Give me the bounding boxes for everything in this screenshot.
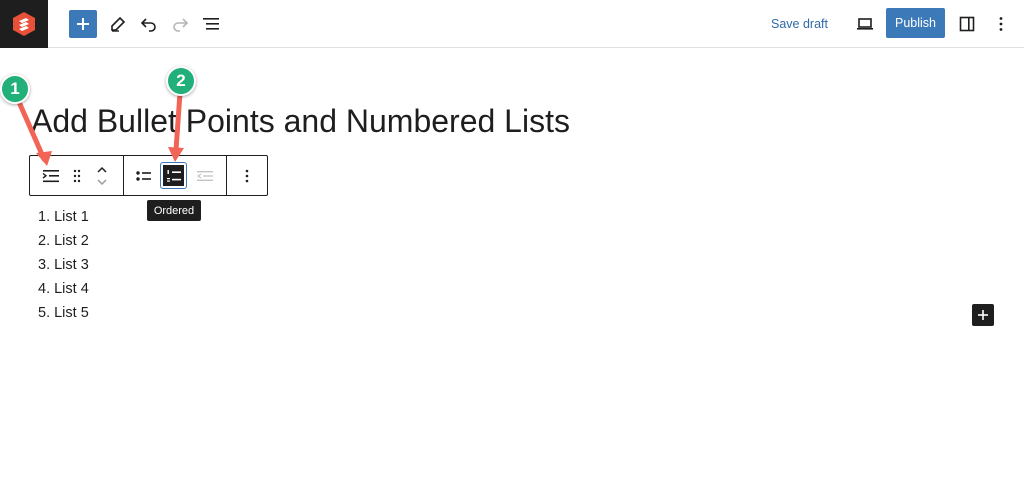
ordered-list-block[interactable]: 1. List 1 2. List 2 3. List 3 4. List 4 … <box>38 205 89 325</box>
move-up-down-icon <box>97 166 107 185</box>
ordered-list-button[interactable] <box>160 162 187 189</box>
list-item[interactable]: 2. List 2 <box>38 229 89 253</box>
settings-button[interactable] <box>951 8 983 40</box>
drag-handle-icon <box>73 169 81 182</box>
annotation-badge-1: 1 <box>0 74 30 104</box>
block-options-icon <box>245 169 249 182</box>
list-item[interactable]: 4. List 4 <box>38 277 89 301</box>
publish-button[interactable]: Publish <box>886 8 945 38</box>
unordered-list-button[interactable] <box>131 156 157 195</box>
list-item[interactable]: 3. List 3 <box>38 253 89 277</box>
preview-button[interactable] <box>849 8 881 40</box>
laptop-icon <box>857 18 873 30</box>
plus-icon <box>978 310 988 320</box>
redo-icon <box>173 18 189 32</box>
ordered-list-icon <box>166 169 181 182</box>
block-toolbar <box>29 155 268 196</box>
tools-button[interactable] <box>102 8 134 40</box>
toolbar-divider <box>226 156 227 195</box>
publisher-logo-icon[interactable] <box>0 0 48 48</box>
outdent-icon <box>196 170 213 181</box>
undo-icon <box>140 18 156 32</box>
editor-header: Save draft Publish <box>0 0 1024 48</box>
list-item[interactable]: 1. List 1 <box>38 205 89 229</box>
move-up-down-button[interactable] <box>90 156 114 195</box>
annotation-arrows <box>16 90 184 166</box>
add-block-button[interactable] <box>972 304 994 326</box>
block-inserter-button[interactable] <box>69 10 97 38</box>
annotation-badge-2: 2 <box>166 66 196 96</box>
pencil-icon <box>111 16 126 32</box>
list-view-icon <box>203 18 219 30</box>
more-vertical-icon <box>999 17 1003 31</box>
block-options-button[interactable] <box>234 156 260 195</box>
unordered-list-icon <box>136 170 151 181</box>
save-draft-button[interactable]: Save draft <box>771 14 828 34</box>
list-block-icon <box>42 169 59 182</box>
block-type-button[interactable] <box>36 156 66 195</box>
ordered-tooltip: Ordered <box>147 200 201 221</box>
list-view-button[interactable] <box>195 8 227 40</box>
toolbar-divider <box>123 156 124 195</box>
sidebar-toggle-icon <box>959 16 975 32</box>
outdent-button[interactable] <box>191 156 219 195</box>
options-button[interactable] <box>985 8 1017 40</box>
undo-button[interactable] <box>133 8 165 40</box>
post-title[interactable]: Add Bullet Points and Numbered Lists <box>31 101 570 141</box>
drag-handle-button[interactable] <box>68 156 86 195</box>
plus-icon <box>77 18 89 30</box>
list-item[interactable]: 5. List 5 <box>38 301 89 325</box>
redo-button[interactable] <box>164 8 196 40</box>
